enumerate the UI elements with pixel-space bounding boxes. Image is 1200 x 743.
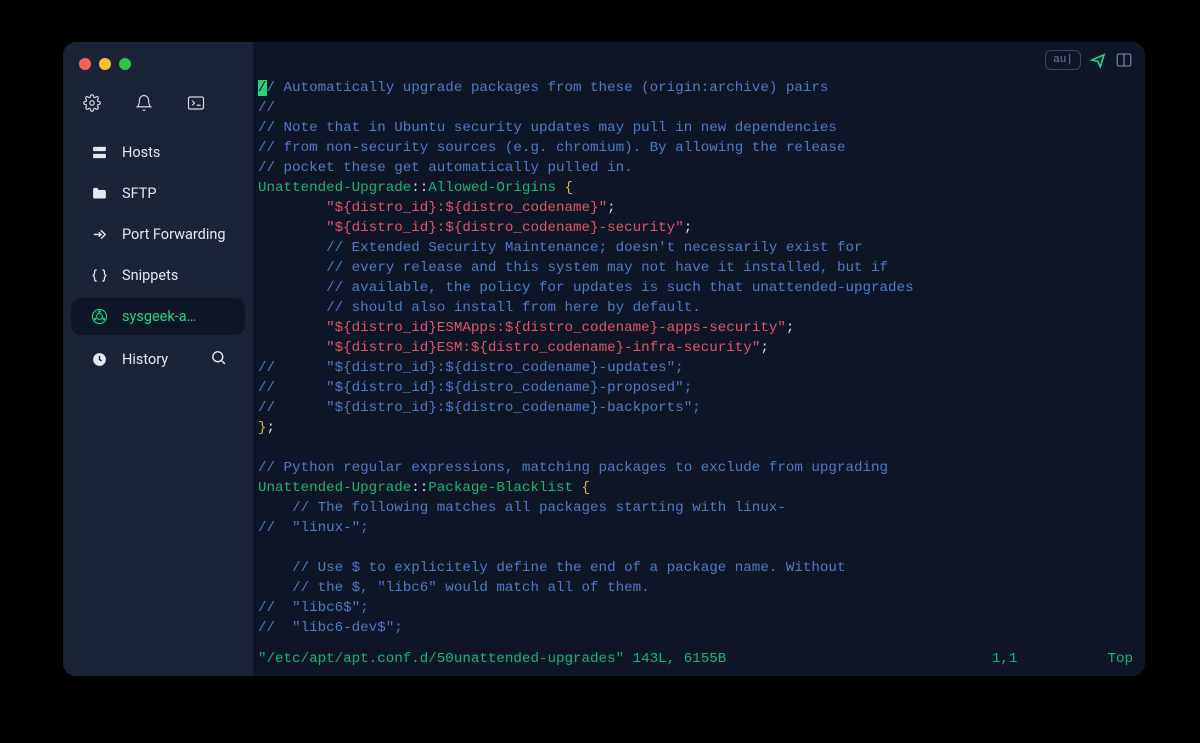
sidebar-item-label: Snippets (122, 267, 178, 284)
window-controls (63, 52, 253, 88)
sidebar-toolbar (63, 88, 253, 132)
editor-content[interactable]: // Automatically upgrade packages from t… (258, 78, 1140, 638)
sidebar-item-snippets[interactable]: Snippets (71, 257, 245, 294)
sidebar-item-label: SFTP (122, 185, 157, 202)
gear-icon[interactable] (83, 94, 101, 116)
sidebar-item-hosts[interactable]: Hosts (71, 134, 245, 171)
ubuntu-icon (91, 308, 108, 325)
zoom-window-button[interactable] (119, 58, 131, 70)
share-icon[interactable] (1089, 51, 1107, 69)
vim-status-line: "/etc/apt/apt.conf.d/50unattended-upgrad… (258, 649, 1133, 669)
forward-icon (91, 226, 108, 243)
status-filename: "/etc/apt/apt.conf.d/50unattended-upgrad… (258, 649, 726, 669)
bell-icon[interactable] (135, 94, 153, 116)
split-pane-icon[interactable] (1115, 51, 1133, 69)
clock-icon (91, 351, 108, 368)
sidebar-item-label: History (122, 351, 168, 368)
minimize-window-button[interactable] (99, 58, 111, 70)
status-cursor-position: 1,1 (992, 649, 1018, 669)
folder-icon (91, 185, 108, 202)
sidebar-item-history[interactable]: History (71, 339, 245, 380)
terminal-pane[interactable]: au| // Automatically upgrade packages fr… (253, 42, 1145, 676)
auth-badge[interactable]: au| (1045, 50, 1081, 70)
sidebar-item-label: sysgeek-a… (122, 308, 196, 325)
close-window-button[interactable] (79, 58, 91, 70)
app-window: Hosts SFTP Port Forwarding Snippets sysg… (63, 42, 1145, 676)
sidebar-item-sftp[interactable]: SFTP (71, 175, 245, 212)
sidebar-item-port-forwarding[interactable]: Port Forwarding (71, 216, 245, 253)
terminal-icon[interactable] (187, 94, 205, 116)
sidebar-item-label: Port Forwarding (122, 226, 226, 243)
pane-header-controls: au| (1045, 50, 1133, 70)
status-scroll: Top (1107, 649, 1133, 669)
sidebar-item-label: Hosts (122, 144, 160, 161)
search-icon[interactable] (210, 349, 227, 370)
sidebar: Hosts SFTP Port Forwarding Snippets sysg… (63, 42, 253, 676)
sidebar-item-session[interactable]: sysgeek-a… (71, 298, 245, 335)
braces-icon (91, 267, 108, 284)
server-icon (91, 144, 108, 161)
